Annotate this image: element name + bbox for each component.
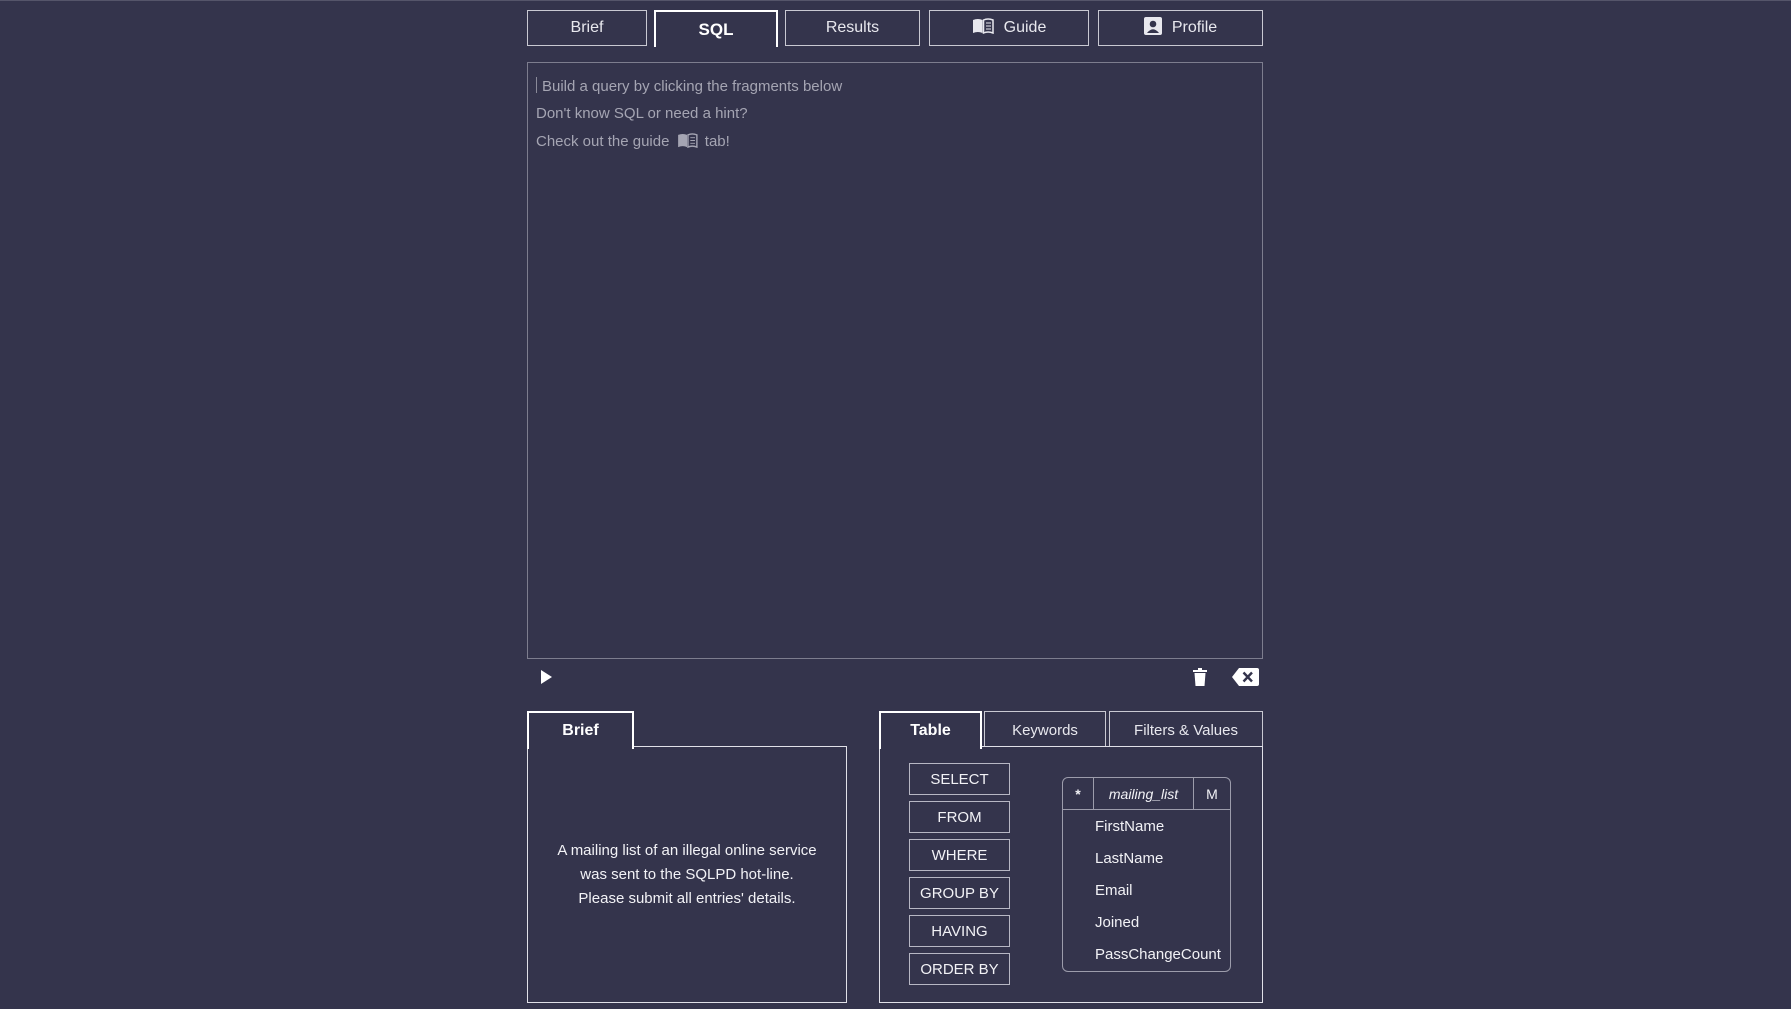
table-m-button[interactable]: M [1194, 778, 1230, 809]
keyword-where-button[interactable]: WHERE [909, 839, 1010, 871]
tab-filters-values[interactable]: Filters & Values [1109, 711, 1263, 748]
tab-guide[interactable]: Guide [929, 10, 1089, 46]
tab-brief-label: Brief [570, 19, 604, 36]
tab-results[interactable]: Results [785, 10, 920, 46]
tab-guide-label: Guide [1003, 19, 1047, 36]
run-query-button[interactable] [536, 668, 556, 690]
tab-profile[interactable]: Profile [1098, 10, 1263, 46]
backspace-icon [1231, 667, 1259, 691]
fragments-panel: SELECT FROM WHERE GROUP BY HAVING ORDER … [879, 746, 1263, 1003]
backspace-button[interactable] [1231, 667, 1259, 691]
tab-brief-panel-label: Brief [562, 722, 599, 739]
editor-placeholder-line3: Check out the guide tab! [536, 133, 730, 152]
play-icon [539, 669, 553, 690]
keyword-order-by-button[interactable]: ORDER BY [909, 953, 1010, 985]
keyword-select-button[interactable]: SELECT [909, 763, 1010, 795]
keyword-having-button[interactable]: HAVING [909, 915, 1010, 947]
table-card-header: * mailing_list M [1063, 778, 1230, 810]
column-firstname[interactable]: FirstName [1095, 818, 1164, 835]
window-top-border [0, 0, 1791, 1]
book-icon [677, 133, 698, 152]
brief-panel: A mailing list of an illegal online serv… [527, 746, 847, 1003]
delete-query-button[interactable] [1190, 667, 1210, 691]
tab-results-label: Results [825, 19, 880, 36]
trash-icon [1193, 667, 1207, 691]
profile-icon [1143, 16, 1162, 40]
brief-description: A mailing list of an illegal online serv… [557, 842, 817, 907]
editor-placeholder-line1: Build a query by clicking the fragments … [536, 77, 842, 95]
tab-keywords[interactable]: Keywords [984, 711, 1106, 748]
tab-brief[interactable]: Brief [527, 10, 647, 46]
table-card-mailing-list: * mailing_list M FirstName LastName Emai… [1062, 777, 1231, 972]
tab-filters-values-label: Filters & Values [1134, 721, 1238, 739]
table-name-button[interactable]: mailing_list [1094, 778, 1194, 809]
keyword-group-by-button[interactable]: GROUP BY [909, 877, 1010, 909]
tab-brief-panel[interactable]: Brief [527, 711, 634, 749]
keyword-from-button[interactable]: FROM [909, 801, 1010, 833]
tab-keywords-label: Keywords [1012, 721, 1078, 739]
tab-sql[interactable]: SQL [654, 10, 778, 47]
column-lastname[interactable]: LastName [1095, 850, 1163, 867]
column-joined[interactable]: Joined [1095, 914, 1139, 931]
column-passchangecount[interactable]: PassChangeCount [1095, 946, 1221, 963]
tab-table-label: Table [910, 722, 951, 739]
book-icon [972, 17, 994, 39]
text-caret [536, 77, 537, 93]
editor-placeholder-line2: Don't know SQL or need a hint? [536, 105, 748, 122]
sql-editor[interactable]: Build a query by clicking the fragments … [527, 62, 1263, 659]
tab-sql-label: SQL [698, 19, 734, 39]
tab-profile-label: Profile [1171, 19, 1218, 36]
column-email[interactable]: Email [1095, 882, 1133, 899]
tab-table[interactable]: Table [879, 711, 982, 749]
select-all-columns-button[interactable]: * [1063, 778, 1094, 809]
